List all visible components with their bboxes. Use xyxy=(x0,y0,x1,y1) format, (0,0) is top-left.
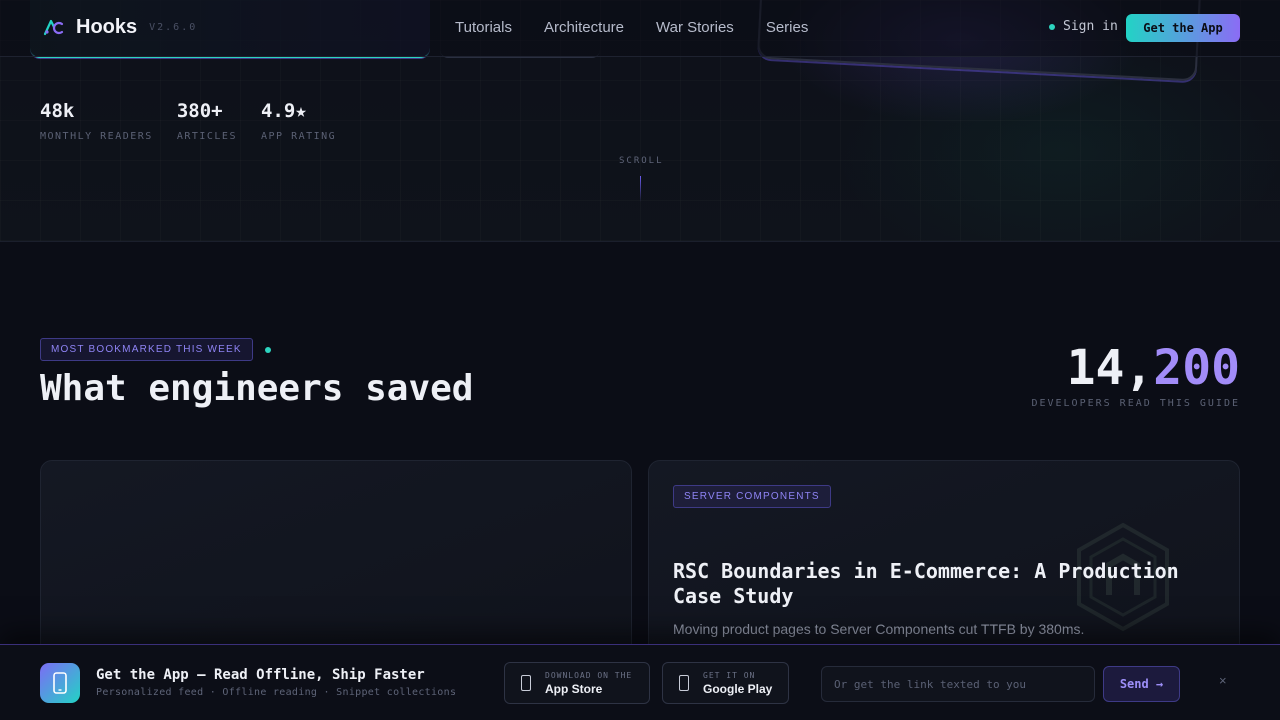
banner-subtitle: Personalized feed · Offline reading · Sn… xyxy=(96,687,457,698)
send-link-button[interactable]: Send → xyxy=(1103,666,1180,702)
scroll-line xyxy=(639,176,641,202)
reader-count-label: DEVELOPERS READ THIS GUIDE xyxy=(1031,398,1240,409)
stat-articles: 380+ ARTICLES xyxy=(177,100,237,142)
section-badge-row: MOST BOOKMARKED THIS WEEK xyxy=(40,338,271,361)
stat-label: MONTHLY READERS xyxy=(40,131,153,142)
nav-link-war-stories[interactable]: War Stories xyxy=(656,19,734,36)
nav-link-tutorials[interactable]: Tutorials xyxy=(455,19,512,36)
reader-count-part2: 200 xyxy=(1153,340,1240,396)
stat-value: 380+ xyxy=(176,100,223,122)
stat-label: APP RATING xyxy=(260,131,337,142)
version-label: V2.6.0 xyxy=(149,21,198,33)
phone-number-input[interactable] xyxy=(821,666,1095,702)
nav-links: Tutorials Architecture War Stories Serie… xyxy=(455,19,808,36)
article-title[interactable]: RSC Boundaries in E-Commerce: A Producti… xyxy=(673,559,1213,609)
google-play-small-label: GET IT ON xyxy=(703,670,756,680)
stat-value: 4.9★ xyxy=(260,100,307,122)
hero-stats: 48k MONTHLY READERS 380+ ARTICLES 4.9★ A… xyxy=(40,100,336,142)
logo-text: Hooks xyxy=(76,15,138,38)
app-download-banner: Get the App — Read Offline, Ship Faster … xyxy=(0,644,1280,720)
top-navigation: Hooks V2.6.0 Tutorials Architecture War … xyxy=(0,0,1280,57)
nav-link-series[interactable]: Series xyxy=(766,19,809,36)
article-tag: SERVER COMPONENTS xyxy=(673,485,831,508)
phone-icon xyxy=(521,675,531,691)
app-store-button[interactable]: DOWNLOAD ON THE App Store xyxy=(504,662,650,704)
app-store-label: App Store xyxy=(545,681,603,696)
stat-label: ARTICLES xyxy=(176,131,237,142)
google-play-button[interactable]: GET IT ON Google Play xyxy=(662,662,789,704)
scroll-label: SCROLL xyxy=(619,156,664,166)
banner-title: Get the App — Read Offline, Ship Faster xyxy=(96,667,425,683)
close-banner-icon[interactable]: × xyxy=(1219,673,1227,688)
logo[interactable]: Hooks V2.6.0 xyxy=(42,15,197,39)
hooks-logo-icon xyxy=(43,19,64,36)
sign-in-link[interactable]: Sign in xyxy=(1049,19,1118,34)
sign-in-label: Sign in xyxy=(1063,19,1118,34)
scroll-indicator[interactable]: SCROLL xyxy=(619,156,664,202)
stat-value: 48k xyxy=(40,100,75,122)
reader-count: 14,200 xyxy=(1067,340,1240,396)
app-store-small-label: DOWNLOAD ON THE xyxy=(545,670,633,680)
app-tile xyxy=(40,663,80,703)
live-dot-icon xyxy=(264,346,271,353)
google-play-labels: GET IT ON Google Play xyxy=(703,671,772,696)
google-play-label: Google Play xyxy=(703,681,773,696)
phone-icon xyxy=(679,675,689,691)
most-bookmarked-badge: MOST BOOKMARKED THIS WEEK xyxy=(40,338,253,361)
get-the-app-button[interactable]: Get the App xyxy=(1126,14,1240,42)
article-description: Moving product pages to Server Component… xyxy=(673,621,1085,637)
stat-readers: 48k MONTHLY READERS xyxy=(40,100,153,142)
section-title: What engineers saved xyxy=(40,368,474,409)
reader-count-part1: 14, xyxy=(1066,340,1154,396)
app-store-labels: DOWNLOAD ON THE App Store xyxy=(545,671,632,696)
status-dot-icon xyxy=(1049,23,1055,30)
nav-link-architecture[interactable]: Architecture xyxy=(544,19,624,36)
stat-rating: 4.9★ APP RATING xyxy=(261,100,336,142)
phone-icon xyxy=(53,672,67,694)
